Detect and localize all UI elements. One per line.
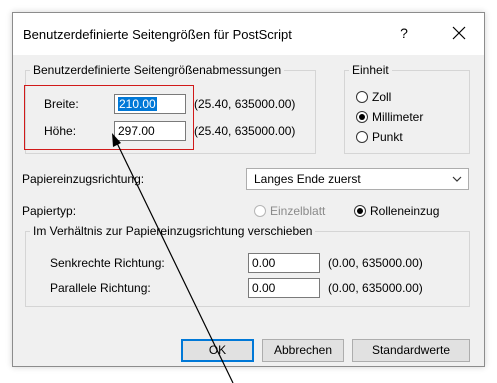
help-button[interactable]: ? [393,25,415,45]
cancel-button[interactable]: Abbrechen [262,339,344,362]
defaults-button[interactable]: Standardwerte [352,339,470,362]
unit-millimeter-label: Millimeter [372,110,424,124]
title-bar: Benutzerdefinierte Seitengrößen für Post… [13,13,484,55]
close-icon [452,26,466,40]
close-button[interactable] [445,21,473,47]
parallel-offset-range: (0.00, 635000.00) [328,281,423,295]
feed-direction-select[interactable]: Langes Ende zuerst [246,168,469,190]
offset-group-label: Im Verhältnis zur Papiereinzugsrichtung … [30,224,316,238]
vertical-offset-input[interactable]: 0.00 [248,253,320,273]
parallel-offset-value: 0.00 [252,281,276,295]
unit-group-label: Einheit [349,63,392,77]
vertical-offset-range: (0.00, 635000.00) [328,256,423,270]
unit-inch-radio[interactable] [356,91,368,103]
ok-button[interactable]: OK [181,339,254,362]
custom-page-size-dialog: Benutzerdefinierte Seitengrößen für Post… [12,12,485,367]
vertical-offset-value: 0.00 [252,256,276,270]
unit-inch-label: Zoll [372,90,392,104]
unit-point-label: Punkt [372,130,403,144]
paper-type-roll-radio[interactable] [354,205,366,217]
feed-direction-label: Papiereinzugsrichtung: [22,172,145,186]
feed-direction-value: Langes Ende zuerst [254,172,361,186]
chevron-down-icon [452,176,462,182]
paper-type-label: Papiertyp: [22,204,77,218]
paper-type-sheet-radio[interactable] [254,205,266,217]
dimensions-group-label: Benutzerdefinierte Seitengrößenabmessung… [30,63,285,77]
highlight-box [24,85,194,150]
unit-point-radio[interactable] [356,131,368,143]
unit-millimeter-radio[interactable] [356,111,368,123]
paper-type-roll-label: Rolleneinzug [370,204,440,218]
width-range: (25.40, 635000.00) [194,97,296,111]
parallel-offset-input[interactable]: 0.00 [248,278,320,298]
height-range: (25.40, 635000.00) [194,124,296,138]
paper-type-sheet-label: Einzelblatt [270,204,326,218]
dialog-title: Benutzerdefinierte Seitengrößen für Post… [23,27,292,42]
parallel-offset-label: Parallele Richtung: [50,281,151,295]
vertical-offset-label: Senkrechte Richtung: [50,256,165,270]
